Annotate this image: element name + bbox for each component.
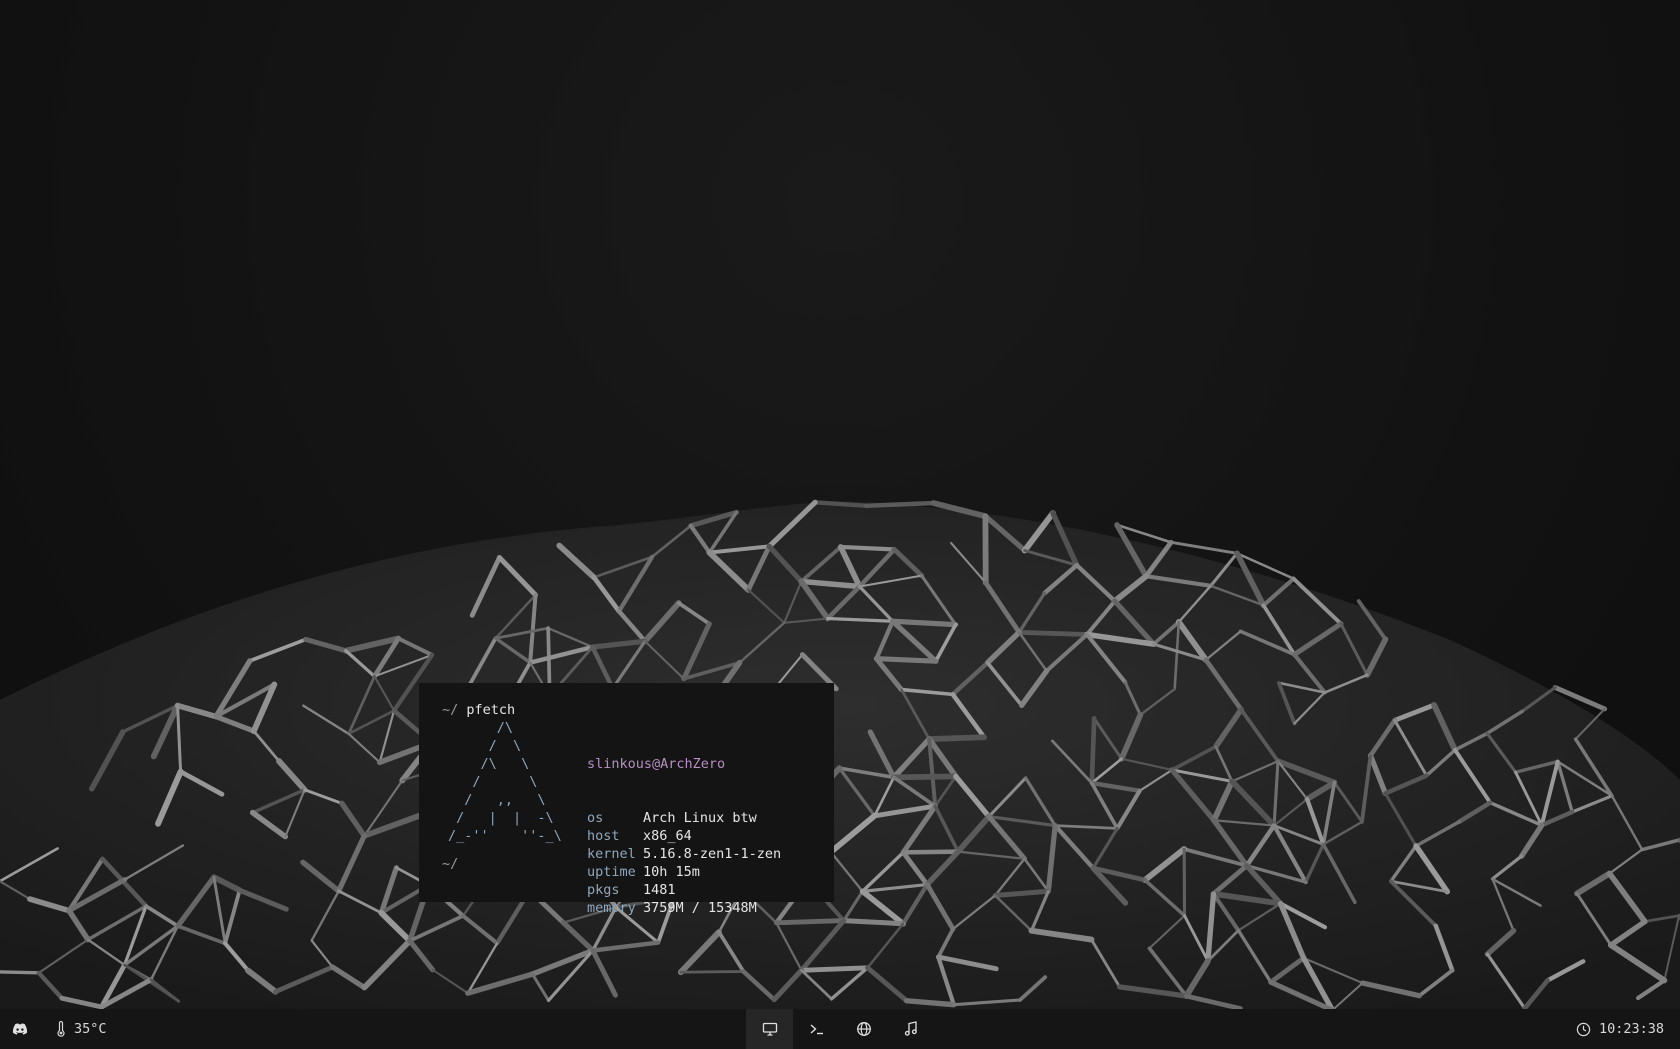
monitor-icon xyxy=(762,1022,777,1036)
info-value: x86_64 xyxy=(643,828,692,844)
info-row-uptime: uptime 10h 15m xyxy=(587,863,781,881)
info-row-os: os Arch Linux btw xyxy=(587,809,781,827)
workspace-2-terminal[interactable] xyxy=(793,1009,840,1049)
lattice-strut xyxy=(799,965,871,973)
prompt-symbol: ~/ xyxy=(442,856,459,872)
arch-logo-ascii: /\ / \ /\ \ / \ / ,, \ / | | -\ /_-'' ''… xyxy=(448,720,562,844)
command-prompt: ~/ pfetch xyxy=(442,701,834,719)
terminal-icon xyxy=(810,1024,823,1035)
wallpaper-geodesic-dome xyxy=(0,499,1680,1009)
lattice-strut xyxy=(1016,629,1090,637)
taskbar: 35°C 10:23:38 xyxy=(0,1009,1680,1049)
pfetch-output: /\ / \ /\ \ / \ / ,, \ / | | -\ /_-'' ''… xyxy=(442,719,834,916)
prompt-symbol: ~/ xyxy=(442,702,459,718)
info-row-kernel: kernel 5.16.8-zen1-1-zen xyxy=(587,845,781,863)
lattice-strut xyxy=(0,970,41,975)
thermometer-icon xyxy=(57,1021,65,1037)
workspace-4-music[interactable] xyxy=(887,1009,934,1049)
workspace-switcher xyxy=(746,1009,934,1049)
info-key: pkgs xyxy=(587,882,620,898)
discord-icon xyxy=(12,1022,28,1035)
lattice-strut xyxy=(1169,540,1239,555)
desktop: ~/ pfetch /\ / \ /\ \ / \ / ,, \ / | | -… xyxy=(0,0,1680,1009)
lattice-strut xyxy=(841,918,906,927)
info-value: 1481 xyxy=(643,882,676,898)
lattice-strut xyxy=(864,500,936,508)
lattice-strut xyxy=(926,734,988,742)
system-info: slinkous@ArchZero os Arch Linux btw host x8… xyxy=(587,719,781,953)
lattice-strut xyxy=(679,970,745,974)
user-host: slinkous@ArchZero xyxy=(587,756,726,772)
clock-time: 10:23:38 xyxy=(1598,1021,1664,1037)
lattice-strut xyxy=(873,656,939,664)
clock-icon xyxy=(1576,1022,1591,1036)
info-value: 3759M / 15348M xyxy=(643,900,757,916)
info-value: 10h 15m xyxy=(643,864,700,880)
info-row-pkgs: pkgs 1481 xyxy=(587,881,781,899)
info-key: memory xyxy=(587,900,636,916)
discord-button[interactable] xyxy=(10,1009,30,1049)
lattice-strut xyxy=(890,773,959,781)
info-key: kernel xyxy=(587,846,636,862)
temperature-value: 35°C xyxy=(74,1021,107,1037)
info-value: Arch Linux btw xyxy=(643,810,757,826)
lattice-strut xyxy=(1089,716,1097,786)
terminal-window[interactable]: ~/ pfetch /\ / \ /\ \ / \ / ,, \ / | | -… xyxy=(419,683,834,916)
info-row-memory: memory 3759M / 15348M xyxy=(587,899,781,917)
info-key: host xyxy=(587,828,620,844)
lattice-strut xyxy=(773,918,847,926)
info-key: os xyxy=(587,810,604,826)
info-key: uptime xyxy=(587,864,636,880)
lattice-strut xyxy=(890,618,959,628)
globe-icon xyxy=(856,1022,871,1036)
workspace-1-desktop[interactable] xyxy=(746,1009,793,1049)
lattice-strut xyxy=(901,849,961,855)
music-icon xyxy=(904,1021,917,1036)
temperature-widget[interactable]: 35°C xyxy=(56,1009,107,1049)
clock-widget[interactable]: 10:23:38 xyxy=(1576,1009,1664,1049)
command-text: pfetch xyxy=(466,702,516,718)
workspace-3-browser[interactable] xyxy=(840,1009,887,1049)
lattice-strut xyxy=(838,544,897,552)
info-value: 5.16.8-zen1-1-zen xyxy=(643,846,782,862)
info-row-host: host x86_64 xyxy=(587,827,781,845)
